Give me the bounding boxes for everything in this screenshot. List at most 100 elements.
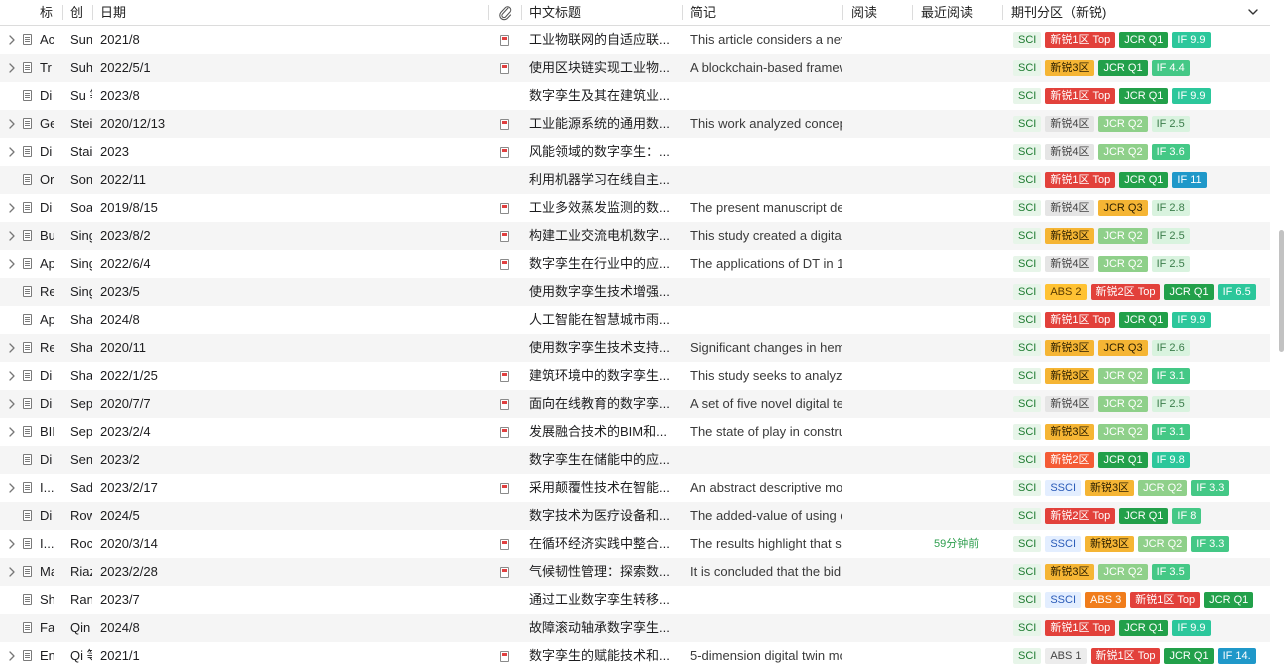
table-row[interactable]: Di Sha 2022/1/25 建筑环境中的数字孪生... This study se… <box>0 362 1270 390</box>
expand-chevron-icon[interactable] <box>7 650 17 662</box>
table-row[interactable]: Di Row 2024/5 数字技术为医疗设备和... The added-value … <box>0 502 1270 530</box>
table-row[interactable]: I... Sad 2023/2/17 采用颠覆性技术在智能... An abstract… <box>0 474 1270 502</box>
expand-chevron-icon[interactable] <box>7 62 17 74</box>
expand-chevron-icon[interactable] <box>7 398 17 410</box>
expand-chevron-icon[interactable] <box>7 258 17 270</box>
cell-cn-title: 数字技术为医疗设备和... <box>529 508 670 523</box>
pdf-attachment-icon[interactable] <box>500 539 509 550</box>
pdf-attachment-icon[interactable] <box>500 651 509 662</box>
pdf-attachment-icon[interactable] <box>500 203 509 214</box>
cell-title: Tr <box>40 60 52 75</box>
table-row[interactable]: Ac Sun 2021/8 工业物联网的自适应联... This article con… <box>0 26 1270 54</box>
expand-chevron-icon[interactable] <box>7 482 17 494</box>
table-row[interactable]: Ap Sha 2024/8 人工智能在智慧城市雨... SCI 新锐1区 Top JCR Q… <box>0 306 1270 334</box>
column-cn-title[interactable]: 中文标题 <box>529 0 649 25</box>
expand-chevron-icon[interactable] <box>7 566 17 578</box>
column-divider[interactable] <box>842 5 843 20</box>
column-creator[interactable]: 创 <box>70 0 90 25</box>
table-row[interactable]: Di Sep 2020/7/7 面向在线教育的数字孪... A set of five … <box>0 390 1270 418</box>
table-row[interactable]: Or Son 2022/11 利用机器学习在线自主... SCI 新锐1区 Top JCR … <box>0 166 1270 194</box>
pdf-attachment-icon[interactable] <box>500 231 509 242</box>
pdf-attachment-icon[interactable] <box>500 483 509 494</box>
expand-chevron-icon[interactable] <box>7 118 17 130</box>
table-row[interactable]: Bu Sing 2023/8/2 构建工业交流电机数字... This study cr… <box>0 222 1270 250</box>
expand-chevron-icon[interactable] <box>7 370 17 382</box>
expand-chevron-icon[interactable] <box>7 426 17 438</box>
journal-tag: IF 4.4 <box>1151 60 1190 76</box>
cell-title: BII <box>40 424 54 439</box>
pdf-attachment-icon[interactable] <box>500 147 509 158</box>
vertical-scrollbar[interactable] <box>1279 230 1284 352</box>
column-read[interactable]: 阅读 <box>851 0 901 25</box>
column-abstract[interactable]: 简记 <box>690 0 810 25</box>
table-row[interactable]: Sh Ran 2023/7 通过工业数字孪生转移... SCI SSCI ABS 3 新锐1区… <box>0 586 1270 614</box>
cell-creator: Stai <box>70 144 92 159</box>
journal-tag: JCR Q1 <box>1164 284 1214 300</box>
table-row[interactable]: I... Roc 2020/3/14 在循环经济实践中整合... The results… <box>0 530 1270 558</box>
table-row[interactable]: BII Sep 2023/2/4 发展融合技术的BIM和... The state of… <box>0 418 1270 446</box>
cell-creator: Sun <box>70 32 92 47</box>
expand-chevron-icon[interactable] <box>7 538 17 550</box>
column-attachments[interactable] <box>497 0 513 25</box>
journal-tags: SCI 新锐2区 Top JCR Q1 IF 8 <box>1013 508 1268 524</box>
expand-chevron-icon[interactable] <box>7 34 17 46</box>
column-date[interactable]: 日期 <box>100 0 160 25</box>
pdf-attachment-icon[interactable] <box>500 567 509 578</box>
column-divider[interactable] <box>62 5 63 20</box>
expand-chevron-icon[interactable] <box>7 342 17 354</box>
expand-chevron-icon[interactable] <box>7 202 17 214</box>
pdf-attachment-icon[interactable] <box>500 63 509 74</box>
journal-tag: 新锐1区 Top <box>1045 32 1116 48</box>
pdf-attachment-icon[interactable] <box>500 399 509 410</box>
pdf-attachment-icon[interactable] <box>500 119 509 130</box>
cell-date: 2020/11 <box>100 340 147 355</box>
table-row[interactable]: Di Soa 2019/8/15 工业多效蒸发监测的数... The present m… <box>0 194 1270 222</box>
cell-abstract: This study created a digital <box>690 228 842 243</box>
journal-tag: SCI <box>1013 368 1042 384</box>
column-picker[interactable] <box>1245 0 1261 25</box>
cell-creator: Qi 等 <box>70 648 92 663</box>
journal-tag: 新锐2区 Top <box>1090 284 1161 300</box>
pdf-attachment-icon[interactable] <box>500 427 509 438</box>
cell-date: 2020/3/14 <box>100 536 158 551</box>
table-row[interactable]: Ma Riaz 2023/2/28 气候韧性管理：探索数... It is conclu… <box>0 558 1270 586</box>
cell-last-read <box>934 334 994 362</box>
pdf-attachment-icon[interactable] <box>500 35 509 46</box>
table-row[interactable]: Di Su 等 2023/8 数字孪生及其在建筑业... SCI新锐1区 TopJCR … <box>0 82 1270 110</box>
journal-tag: 新锐3区 <box>1045 424 1095 440</box>
pdf-attachment-icon[interactable] <box>500 371 509 382</box>
journal-tag: IF 3.1 <box>1151 368 1190 384</box>
journal-tag: JCR Q3 <box>1098 340 1148 356</box>
table-row[interactable]: Di Stai 2023 风能领域的数字孪生：... SCI 新锐4区 JCR Q2 IF 3… <box>0 138 1270 166</box>
column-title[interactable]: 标 <box>40 0 60 25</box>
column-divider[interactable] <box>521 5 522 20</box>
column-divider[interactable] <box>912 5 913 20</box>
cell-creator: Su 等 <box>70 88 92 103</box>
column-divider[interactable] <box>488 5 489 20</box>
document-icon <box>23 90 32 101</box>
table-row[interactable]: Re Sha 2020/11 使用数字孪生技术支持... Significant cha… <box>0 334 1270 362</box>
cell-cn-title: 发展融合技术的BIM和... <box>529 424 667 439</box>
table-row[interactable]: En Qi 等 2021/1 数字孪生的赋能技术和... 5-dimension dig… <box>0 642 1270 670</box>
journal-tag: JCR Q2 <box>1098 396 1148 412</box>
column-divider[interactable] <box>92 5 93 20</box>
cell-date: 2024/8 <box>100 312 140 327</box>
table-row[interactable]: Di Sen 2023/2 数字孪生在储能中的应... SCI 新锐2区 JCR Q1 IF … <box>0 446 1270 474</box>
column-divider[interactable] <box>682 5 683 20</box>
table-row[interactable]: Tr Suh 2022/5/1 使用区块链实现工业物... A blockchain-b… <box>0 54 1270 82</box>
cell-date: 2022/5/1 <box>100 60 151 75</box>
table-row[interactable]: Fa Qin 2024/8 故障滚动轴承数字孪生... SCI 新锐1区 Top JCR Q… <box>0 614 1270 642</box>
pdf-attachment-icon[interactable] <box>500 259 509 270</box>
cell-last-read: 59分钟前 <box>934 538 980 550</box>
expand-chevron-icon[interactable] <box>7 230 17 242</box>
table-row[interactable]: Re Sing 2023/5 使用数字孪生技术增强... SCIABS 2新锐2区 To… <box>0 278 1270 306</box>
table-row[interactable]: Ap Sing 2022/6/4 数字孪生在行业中的应... The applicati… <box>0 250 1270 278</box>
expand-chevron-icon[interactable] <box>7 146 17 158</box>
cell-abstract: Significant changes in hem <box>690 340 842 355</box>
column-last-read[interactable]: 最近阅读 <box>921 0 991 25</box>
journal-tag: ABS 3 <box>1085 592 1127 608</box>
column-journal[interactable]: 期刊分区（新锐) <box>1011 0 1231 25</box>
table-row[interactable]: Ge Stei 2020/12/13 工业能源系统的通用数... This work a… <box>0 110 1270 138</box>
cell-creator: Sing <box>70 228 92 243</box>
column-divider[interactable] <box>1002 5 1003 20</box>
